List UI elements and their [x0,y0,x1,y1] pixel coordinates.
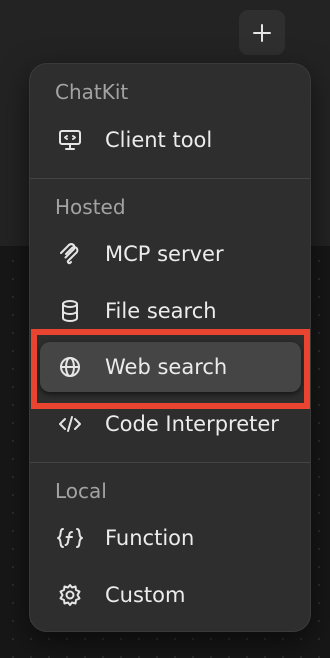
menu-item-file-search[interactable]: File search [40,286,301,336]
gear-icon [52,582,88,608]
section-title-chatkit: ChatKit [55,80,129,104]
plus-icon [253,23,271,42]
menu-item-code-interpreter[interactable]: Code Interpreter [40,399,301,449]
menu-item-label: Function [105,526,195,550]
section-title-hosted: Hosted [55,195,126,219]
tool-menu: ChatKit Client tool Hosted MCP server Fi… [29,63,311,632]
menu-item-label: Code Interpreter [105,412,279,436]
menu-item-client-tool[interactable]: Client tool [40,115,301,165]
section-divider [30,462,310,463]
menu-item-label: File search [105,299,217,323]
monitor-icon [52,127,88,153]
function-icon [52,525,88,551]
section-divider [30,178,310,179]
menu-item-label: MCP server [105,242,224,266]
mcp-icon [52,241,88,267]
add-button[interactable] [239,10,285,55]
menu-item-label: Web search [105,355,228,379]
menu-item-label: Custom [105,583,186,607]
menu-item-mcp-server[interactable]: MCP server [40,229,301,279]
menu-item-function[interactable]: Function [40,513,301,563]
menu-item-custom[interactable]: Custom [40,570,301,620]
code-icon [52,411,88,437]
section-title-local: Local [55,479,107,503]
menu-item-label: Client tool [105,128,213,152]
menu-item-web-search[interactable]: Web search [40,342,301,392]
globe-icon [52,354,88,380]
database-icon [52,298,88,324]
